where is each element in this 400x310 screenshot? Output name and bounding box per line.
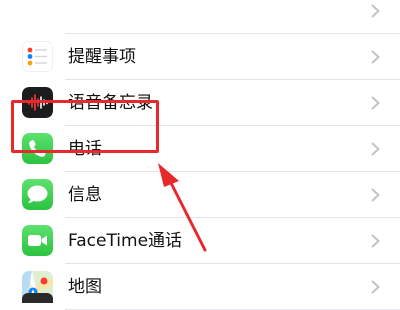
list-item-label: 地图 bbox=[68, 277, 102, 297]
reminders-icon bbox=[22, 41, 53, 72]
chevron-right-icon bbox=[371, 142, 380, 156]
app-icon-partial bbox=[22, 0, 53, 26]
facetime-icon bbox=[22, 225, 53, 256]
list-item-top-partial[interactable] bbox=[0, 0, 400, 34]
list-item-messages[interactable]: 信息 bbox=[0, 172, 400, 218]
chevron-right-icon bbox=[371, 50, 380, 64]
messages-icon bbox=[22, 179, 53, 210]
chevron-right-icon bbox=[371, 96, 380, 110]
list-item-reminders[interactable]: 提醒事项 bbox=[0, 34, 400, 80]
list-item-label: 信息 bbox=[68, 185, 102, 205]
list-item-label: 电话 bbox=[68, 139, 102, 159]
chevron-right-icon bbox=[371, 280, 380, 294]
voice-memos-icon bbox=[22, 87, 53, 118]
app-icon-partial bbox=[22, 293, 53, 303]
list-item-phone[interactable]: 电话 bbox=[0, 126, 400, 172]
chevron-right-icon bbox=[371, 234, 380, 248]
list-item-voice-memos[interactable]: 语音备忘录 bbox=[0, 80, 400, 126]
chevron-right-icon bbox=[371, 188, 380, 202]
list-item-maps[interactable]: 地图 bbox=[0, 264, 400, 310]
list-item-facetime[interactable]: FaceTime通话 bbox=[0, 218, 400, 264]
chevron-right-icon bbox=[371, 4, 380, 18]
list-item-label: 提醒事项 bbox=[68, 47, 136, 67]
settings-list: 提醒事项 语音备忘录 电话 信息 FaceTime通话 地图 bbox=[0, 0, 400, 310]
list-item-label: FaceTime通话 bbox=[68, 231, 183, 251]
list-item-label: 语音备忘录 bbox=[68, 93, 153, 113]
phone-icon bbox=[22, 133, 53, 164]
